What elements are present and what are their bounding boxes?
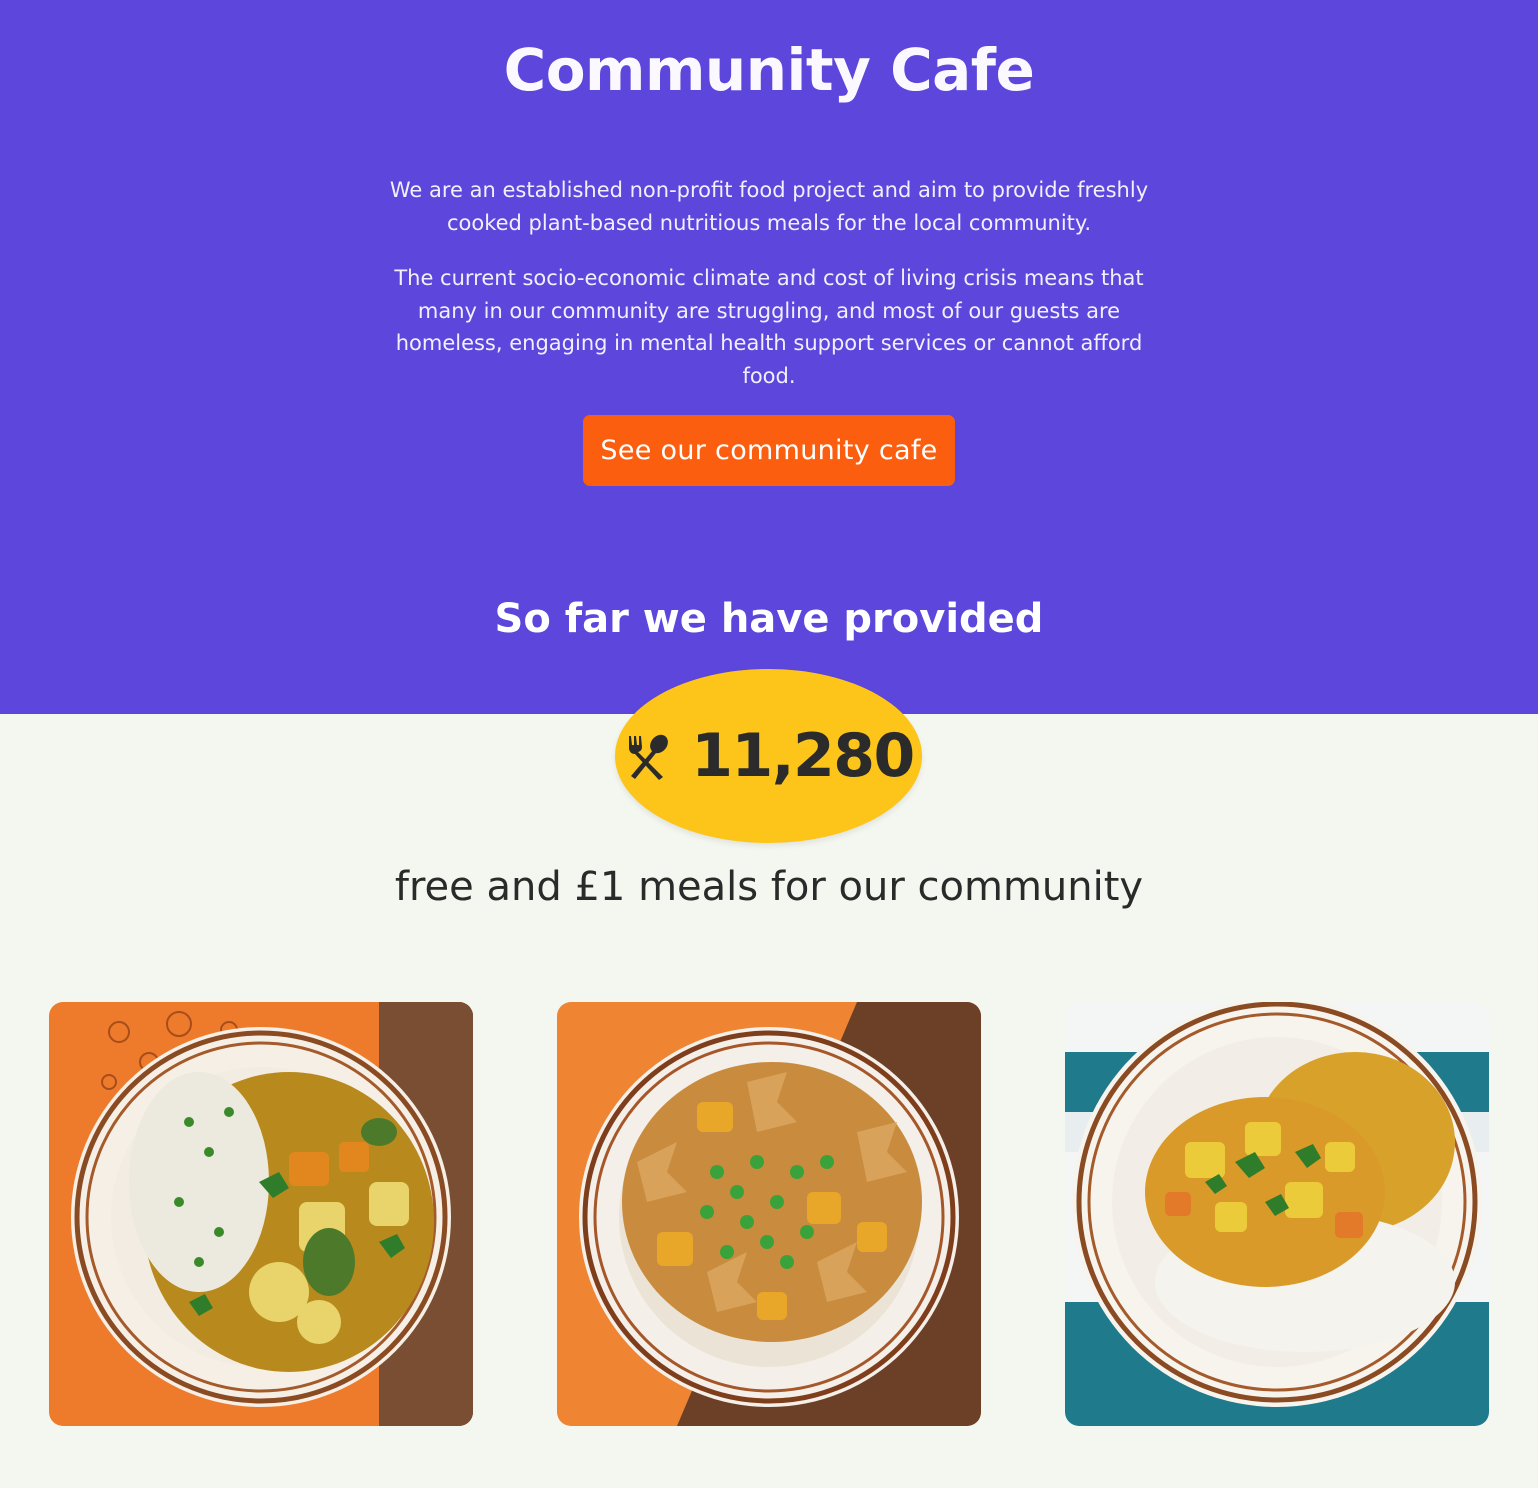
meals-caption: free and £1 meals for our community — [394, 864, 1144, 910]
food-photo-curry-dal — [1065, 1002, 1489, 1426]
food-photo-pasta — [557, 1002, 981, 1426]
page-title: Community Cafe — [503, 36, 1035, 104]
so-far-heading: So far we have provided — [494, 596, 1044, 642]
see-community-cafe-button[interactable]: See our community cafe — [583, 415, 955, 486]
intro-paragraph-1: We are an established non-profit food pr… — [389, 178, 1149, 235]
intro-paragraph-2: The current socio-economic climate and c… — [394, 266, 1144, 388]
hero-section: Community Cafe We are an established non… — [0, 0, 1538, 714]
meals-count: 11,280 — [691, 721, 915, 791]
food-photo-curry-rice — [49, 1002, 473, 1426]
meals-counter-badge: 11,280 — [615, 669, 922, 843]
intro-text: We are an established non-profit food pr… — [380, 174, 1158, 415]
utensils-icon — [629, 734, 669, 780]
